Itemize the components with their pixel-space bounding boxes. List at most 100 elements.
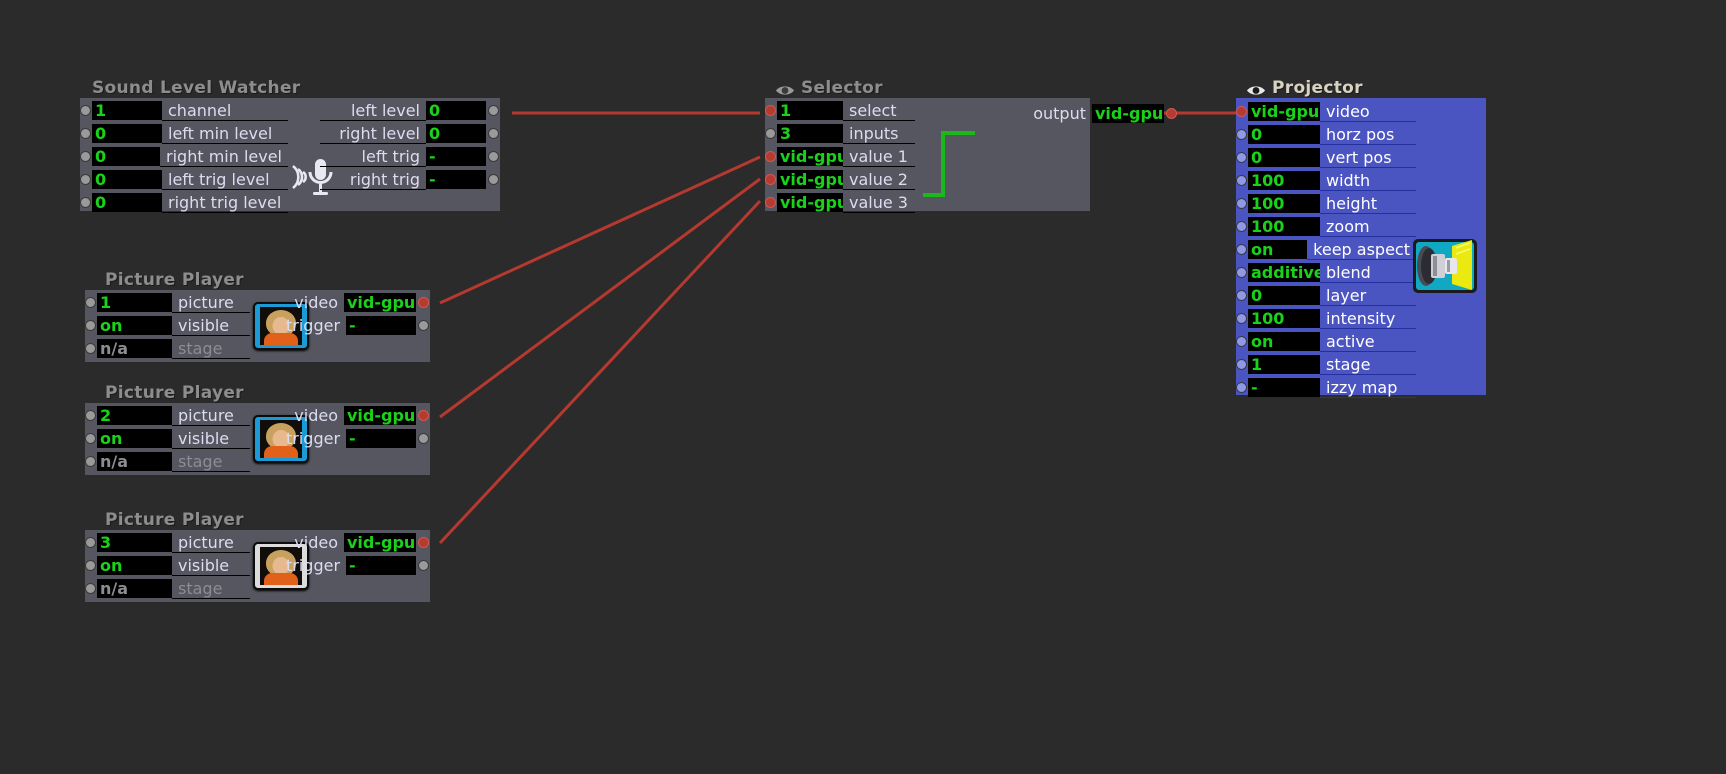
input-value[interactable]: 0 [92, 193, 162, 212]
input-row[interactable]: n/a stage [85, 337, 250, 360]
input-value[interactable]: 1 [1248, 355, 1320, 374]
input-value[interactable]: n/a [97, 579, 172, 598]
input-value[interactable]: 0 [1248, 125, 1320, 144]
input-value[interactable]: 1 [92, 101, 162, 120]
input-port[interactable] [1236, 313, 1247, 324]
input-row[interactable]: 100 width [1236, 169, 1416, 192]
input-row[interactable]: n/a stage [85, 450, 250, 473]
input-port[interactable] [1236, 106, 1247, 117]
input-port[interactable] [1236, 290, 1247, 301]
input-port[interactable] [1236, 152, 1247, 163]
patch-canvas[interactable]: Sound Level Watcher 1 channel 0 left min… [0, 0, 1726, 774]
input-value[interactable]: n/a [97, 339, 172, 358]
input-value[interactable]: 0 [92, 147, 161, 166]
input-value[interactable]: on [97, 316, 172, 335]
input-port[interactable] [85, 410, 96, 421]
input-port[interactable] [1236, 198, 1247, 209]
input-port[interactable] [80, 105, 91, 116]
node-selector[interactable]: Selector 1 select 3 inputs vid-gpu value… [765, 78, 1177, 213]
input-value[interactable]: 1 [97, 293, 172, 312]
input-value[interactable]: 0 [1248, 286, 1320, 305]
output-port[interactable] [418, 297, 429, 308]
input-row[interactable]: 0 right min level [80, 145, 288, 168]
input-value[interactable]: on [1248, 240, 1308, 259]
node-picture-player[interactable]: Picture Player 3 picture on visible n/a … [85, 510, 430, 602]
input-value[interactable]: on [1248, 332, 1320, 351]
eye-icon[interactable] [1246, 82, 1266, 95]
node-sound-level-watcher[interactable]: Sound Level Watcher 1 channel 0 left min… [80, 78, 500, 214]
input-port[interactable] [1236, 244, 1247, 255]
input-port[interactable] [765, 128, 776, 139]
output-row[interactable]: left trig - [320, 145, 500, 168]
input-row[interactable]: - izzy map [1236, 376, 1416, 399]
input-row[interactable]: 1 select [765, 99, 915, 122]
output-row[interactable]: left level 0 [320, 99, 500, 122]
output-port[interactable] [488, 105, 499, 116]
input-row[interactable]: 1 picture [85, 291, 250, 314]
input-port[interactable] [1236, 382, 1247, 393]
input-value[interactable]: vid-gpu [777, 193, 843, 212]
output-port[interactable] [418, 537, 429, 548]
input-row[interactable]: 2 picture [85, 404, 250, 427]
input-port[interactable] [80, 174, 91, 185]
input-value[interactable]: - [1248, 378, 1320, 397]
node-picture-player[interactable]: Picture Player 2 picture on visible n/a … [85, 383, 430, 475]
input-value[interactable]: on [97, 429, 172, 448]
input-row[interactable]: 0 left trig level [80, 168, 288, 191]
input-port[interactable] [1236, 221, 1247, 232]
input-port[interactable] [85, 583, 96, 594]
output-port[interactable] [488, 128, 499, 139]
output-port[interactable] [488, 174, 499, 185]
input-value[interactable]: on [97, 556, 172, 575]
input-port[interactable] [1236, 267, 1247, 278]
input-row[interactable]: vid-gpu value 1 [765, 145, 915, 168]
input-port[interactable] [85, 343, 96, 354]
input-row[interactable]: 1 channel [80, 99, 288, 122]
input-row[interactable]: on visible [85, 554, 250, 577]
input-row[interactable]: 100 zoom [1236, 215, 1416, 238]
input-port[interactable] [1236, 175, 1247, 186]
input-port[interactable] [765, 174, 776, 185]
input-row[interactable]: 3 picture [85, 531, 250, 554]
input-port[interactable] [765, 105, 776, 116]
input-row[interactable]: 100 intensity [1236, 307, 1416, 330]
node-projector[interactable]: Projector vid-gpu video 0 horz pos 0 ver… [1236, 78, 1486, 398]
input-row[interactable]: 3 inputs [765, 122, 915, 145]
output-row[interactable]: trigger - [280, 427, 430, 450]
input-value[interactable]: 2 [97, 406, 172, 425]
input-value[interactable]: 3 [777, 124, 843, 143]
input-row[interactable]: vid-gpu video [1236, 100, 1416, 123]
eye-icon[interactable] [775, 82, 795, 95]
input-value[interactable]: 100 [1248, 171, 1320, 190]
input-value[interactable]: 0 [1248, 148, 1320, 167]
input-port[interactable] [1236, 129, 1247, 140]
input-port[interactable] [85, 560, 96, 571]
output-port[interactable] [418, 410, 429, 421]
input-value[interactable]: 100 [1248, 309, 1320, 328]
output-row[interactable]: video vid-gpu [280, 404, 430, 427]
input-row[interactable]: 0 right trig level [80, 191, 288, 214]
output-row[interactable]: right level 0 [320, 122, 500, 145]
input-value[interactable]: 100 [1248, 217, 1320, 236]
input-row[interactable]: 0 vert pos [1236, 146, 1416, 169]
input-port[interactable] [85, 456, 96, 467]
output-row[interactable]: video vid-gpu [280, 291, 430, 314]
input-row[interactable]: on visible [85, 427, 250, 450]
input-value[interactable]: additive [1248, 263, 1320, 282]
output-row[interactable]: output vid-gpu [963, 102, 1178, 125]
input-row[interactable]: 0 horz pos [1236, 123, 1416, 146]
input-value[interactable]: 0 [92, 124, 162, 143]
input-port[interactable] [80, 197, 91, 208]
input-value[interactable]: 0 [92, 170, 162, 189]
output-row[interactable]: trigger - [280, 314, 430, 337]
output-port[interactable] [418, 433, 429, 444]
input-row[interactable]: n/a stage [85, 577, 250, 600]
input-port[interactable] [1236, 336, 1247, 347]
input-value[interactable]: vid-gpu [777, 170, 843, 189]
input-value[interactable]: vid-gpu [777, 147, 843, 166]
output-row[interactable]: video vid-gpu [280, 531, 430, 554]
output-port[interactable] [418, 320, 429, 331]
input-row[interactable]: additive blend [1236, 261, 1416, 284]
input-port[interactable] [85, 433, 96, 444]
input-port[interactable] [85, 297, 96, 308]
